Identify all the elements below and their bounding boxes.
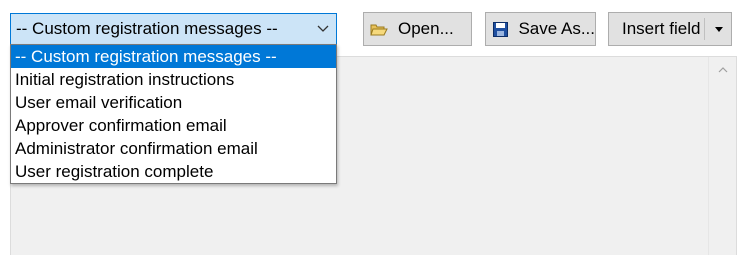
option-user-email-verification[interactable]: User email verification [11, 91, 336, 114]
combo-selected-text: -- Custom registration messages -- [16, 19, 278, 38]
floppy-disk-icon [486, 21, 514, 37]
option-custom-registration-messages[interactable]: -- Custom registration messages -- [11, 45, 336, 68]
insert-field-button-label: Insert field [622, 19, 701, 38]
scroll-up-arrow-icon[interactable] [709, 57, 737, 83]
save-as-button-label: Save As... [518, 19, 595, 38]
chevron-down-icon[interactable] [310, 14, 336, 44]
message-type-combo[interactable]: -- Custom registration messages -- [10, 13, 337, 45]
option-initial-registration-instructions[interactable]: Initial registration instructions [11, 68, 336, 91]
open-button[interactable]: Open... [363, 12, 472, 46]
save-as-button[interactable]: Save As... [485, 12, 596, 46]
vertical-scrollbar[interactable] [708, 57, 736, 255]
folder-open-icon [364, 22, 394, 37]
split-button-divider [704, 18, 705, 40]
option-user-registration-complete[interactable]: User registration complete [11, 160, 336, 183]
option-administrator-confirmation-email[interactable]: Administrator confirmation email [11, 137, 336, 160]
combo-dropdown-list: -- Custom registration messages -- Initi… [10, 44, 337, 184]
insert-field-button[interactable]: Insert field [608, 12, 732, 46]
dropdown-arrow-icon[interactable] [715, 27, 723, 32]
open-button-label: Open... [398, 19, 454, 38]
option-approver-confirmation-email[interactable]: Approver confirmation email [11, 114, 336, 137]
